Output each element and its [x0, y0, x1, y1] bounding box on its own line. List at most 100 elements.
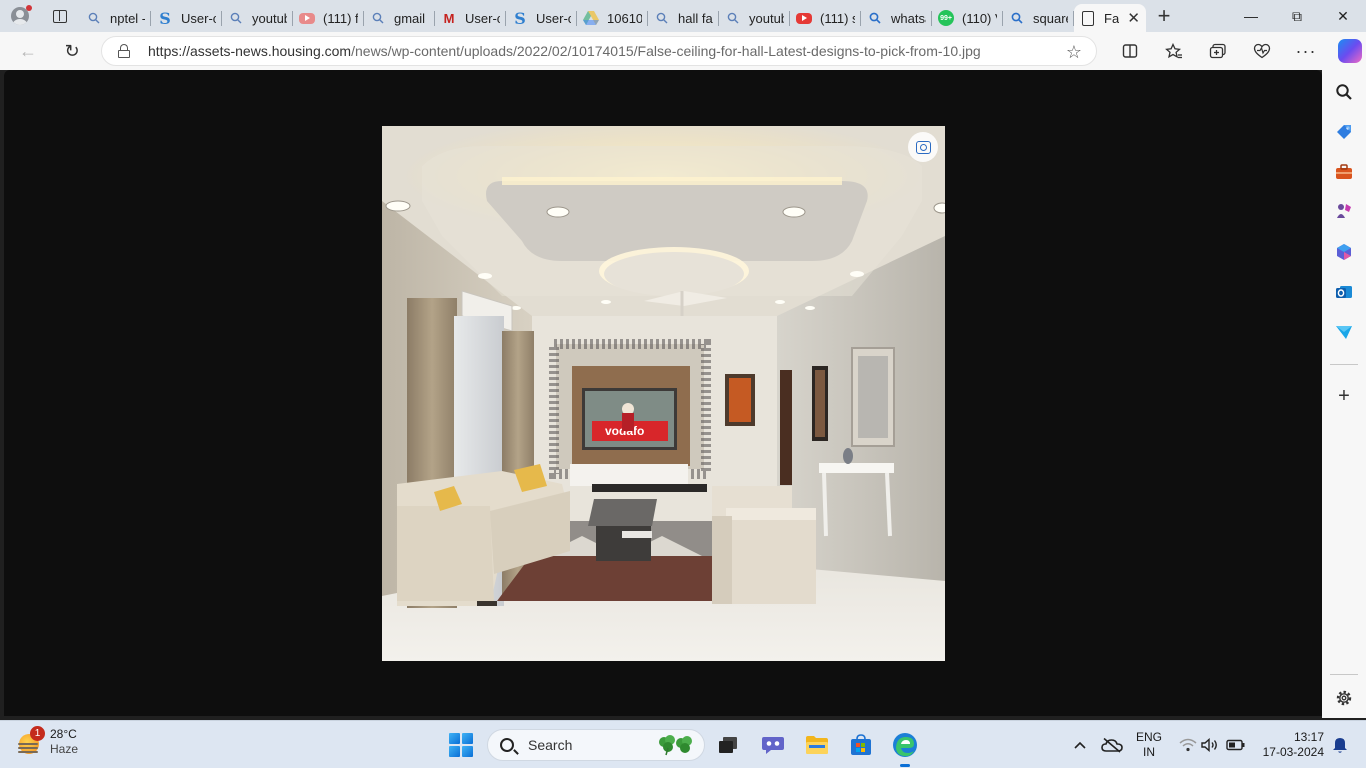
- tab-strip: nptel - S User-c youtub (111) f gmail - M…: [0, 0, 1366, 32]
- copilot-icon: [1338, 39, 1362, 63]
- search-icon[interactable]: [1334, 82, 1354, 102]
- browser-tab[interactable]: (111) f: [293, 4, 364, 32]
- tools-icon[interactable]: [1334, 162, 1354, 182]
- sidebar-settings-gear-icon[interactable]: [1334, 688, 1354, 708]
- show-hidden-icons-button[interactable]: [1066, 731, 1094, 759]
- gmail-icon: M: [443, 10, 455, 26]
- volume-button[interactable]: [1196, 731, 1224, 759]
- start-button[interactable]: [449, 733, 473, 757]
- profile-button[interactable]: [0, 0, 40, 32]
- weather-widget[interactable]: 1 28°C Haze: [16, 726, 79, 757]
- language-code: ENG: [1136, 730, 1163, 744]
- split-screen-icon[interactable]: [1108, 32, 1152, 70]
- close-tab-icon[interactable]: ✕: [1127, 9, 1140, 27]
- browser-tab[interactable]: youtub: [222, 4, 293, 32]
- folder-icon: [806, 736, 828, 754]
- chevron-up-icon: [1074, 741, 1086, 749]
- collections-icon[interactable]: [1196, 32, 1240, 70]
- search-icon: [1009, 10, 1025, 26]
- drive-icon: [583, 10, 599, 26]
- onedrive-status-button[interactable]: [1098, 731, 1126, 759]
- tab-label: (111) f: [323, 10, 358, 26]
- sidebar-divider: [1330, 674, 1358, 675]
- close-window-button[interactable]: ✕: [1320, 0, 1366, 32]
- browser-tab[interactable]: (111) s: [790, 4, 861, 32]
- microsoft-store-button[interactable]: [847, 731, 875, 759]
- browser-tab[interactable]: hall fal: [648, 4, 719, 32]
- favorite-star-icon[interactable]: ☆: [1066, 42, 1082, 63]
- battery-button[interactable]: [1222, 731, 1250, 759]
- cloud-offline-icon: [1101, 737, 1123, 753]
- browser-tab[interactable]: S User-c: [151, 4, 222, 32]
- minimize-button[interactable]: —: [1228, 0, 1274, 32]
- tab-label: Fa: [1104, 10, 1120, 26]
- search-icon: [725, 10, 741, 26]
- tab-label: User-c: [181, 10, 216, 26]
- url-text: https://assets-news.housing.com/news/wp-…: [148, 43, 981, 59]
- youtube-icon: [796, 12, 812, 24]
- search-icon: [500, 738, 514, 752]
- back-button[interactable]: ←: [10, 35, 46, 67]
- tab-label: User-c: [465, 10, 500, 26]
- browser-essentials-icon[interactable]: [1240, 32, 1284, 70]
- tab-actions-button[interactable]: [40, 0, 80, 32]
- s-logo-icon: S: [159, 8, 171, 28]
- restore-button[interactable]: ⧉: [1274, 0, 1320, 32]
- browser-tab[interactable]: S User-c: [506, 4, 577, 32]
- teams-chat-button[interactable]: [759, 731, 787, 759]
- tab-label: square: [1033, 10, 1068, 26]
- outlook-icon[interactable]: [1334, 282, 1354, 302]
- address-bar[interactable]: https://assets-news.housing.com/news/wp-…: [101, 36, 1097, 66]
- new-tab-button[interactable]: +: [1146, 0, 1182, 32]
- shopping-tag-icon[interactable]: [1334, 122, 1354, 142]
- settings-and-more-icon[interactable]: ···: [1284, 32, 1328, 70]
- edge-taskbar-button[interactable]: [891, 731, 919, 767]
- notifications-button[interactable]: [1326, 731, 1354, 759]
- add-sidebar-app-icon[interactable]: +: [1334, 385, 1354, 407]
- tab-label: whatsa: [891, 10, 926, 26]
- battery-icon: [1226, 739, 1245, 751]
- refresh-button[interactable]: ↻: [54, 35, 90, 67]
- drop-send-icon[interactable]: [1334, 322, 1354, 342]
- favorites-icon[interactable]: [1152, 32, 1196, 70]
- taskbar-search-box[interactable]: Search: [487, 729, 705, 761]
- edge-browser-icon: [893, 733, 917, 757]
- visual-search-icon: [915, 140, 931, 154]
- url-host: https://assets-news.housing.com: [148, 43, 352, 59]
- games-icon[interactable]: [1334, 202, 1354, 222]
- browser-tab[interactable]: nptel -: [80, 4, 151, 32]
- tab-label: (110) V: [962, 10, 997, 26]
- input-language-indicator[interactable]: ENG IN: [1136, 730, 1162, 760]
- copilot-button[interactable]: [1328, 32, 1366, 70]
- browser-toolbar: ← ↻ https://assets-news.housing.com/news…: [0, 32, 1366, 70]
- lock-icon[interactable]: [118, 44, 130, 58]
- file-explorer-button[interactable]: [803, 731, 831, 759]
- window-controls: — ⧉ ✕: [1228, 0, 1366, 32]
- visual-search-button[interactable]: [908, 132, 938, 162]
- false-ceiling-image[interactable]: vodafo: [382, 126, 945, 661]
- edge-sidebar: +: [1322, 70, 1366, 718]
- wifi-icon: [1179, 738, 1197, 752]
- tab-label: youtub: [252, 10, 287, 26]
- browser-tab[interactable]: square: [1003, 4, 1074, 32]
- sidebar-divider: [1330, 364, 1358, 365]
- system-clock[interactable]: 13:17 17-03-2024: [1256, 730, 1324, 760]
- search-icon: [867, 10, 883, 26]
- browser-tab[interactable]: whatsa: [861, 4, 932, 32]
- browser-tab[interactable]: M User-c: [435, 4, 506, 32]
- search-placeholder: Search: [528, 737, 573, 753]
- microsoft-365-icon[interactable]: [1334, 242, 1354, 262]
- tab-label: 10610: [607, 10, 642, 26]
- task-view-button[interactable]: [714, 731, 742, 759]
- teams-chat-icon: [762, 737, 784, 754]
- store-icon: [851, 734, 871, 755]
- notification-dot: [26, 5, 32, 11]
- browser-tab-active[interactable]: Fa ✕: [1074, 4, 1146, 32]
- youtube-icon: [299, 12, 315, 24]
- browser-tab[interactable]: 10610: [577, 4, 648, 32]
- browser-tab[interactable]: youtub: [719, 4, 790, 32]
- browser-tab[interactable]: gmail -: [364, 4, 435, 32]
- weather-condition: Haze: [50, 742, 79, 756]
- living-room-photo: vodafo: [382, 126, 945, 661]
- browser-tab[interactable]: 99+ (110) V: [932, 4, 1003, 32]
